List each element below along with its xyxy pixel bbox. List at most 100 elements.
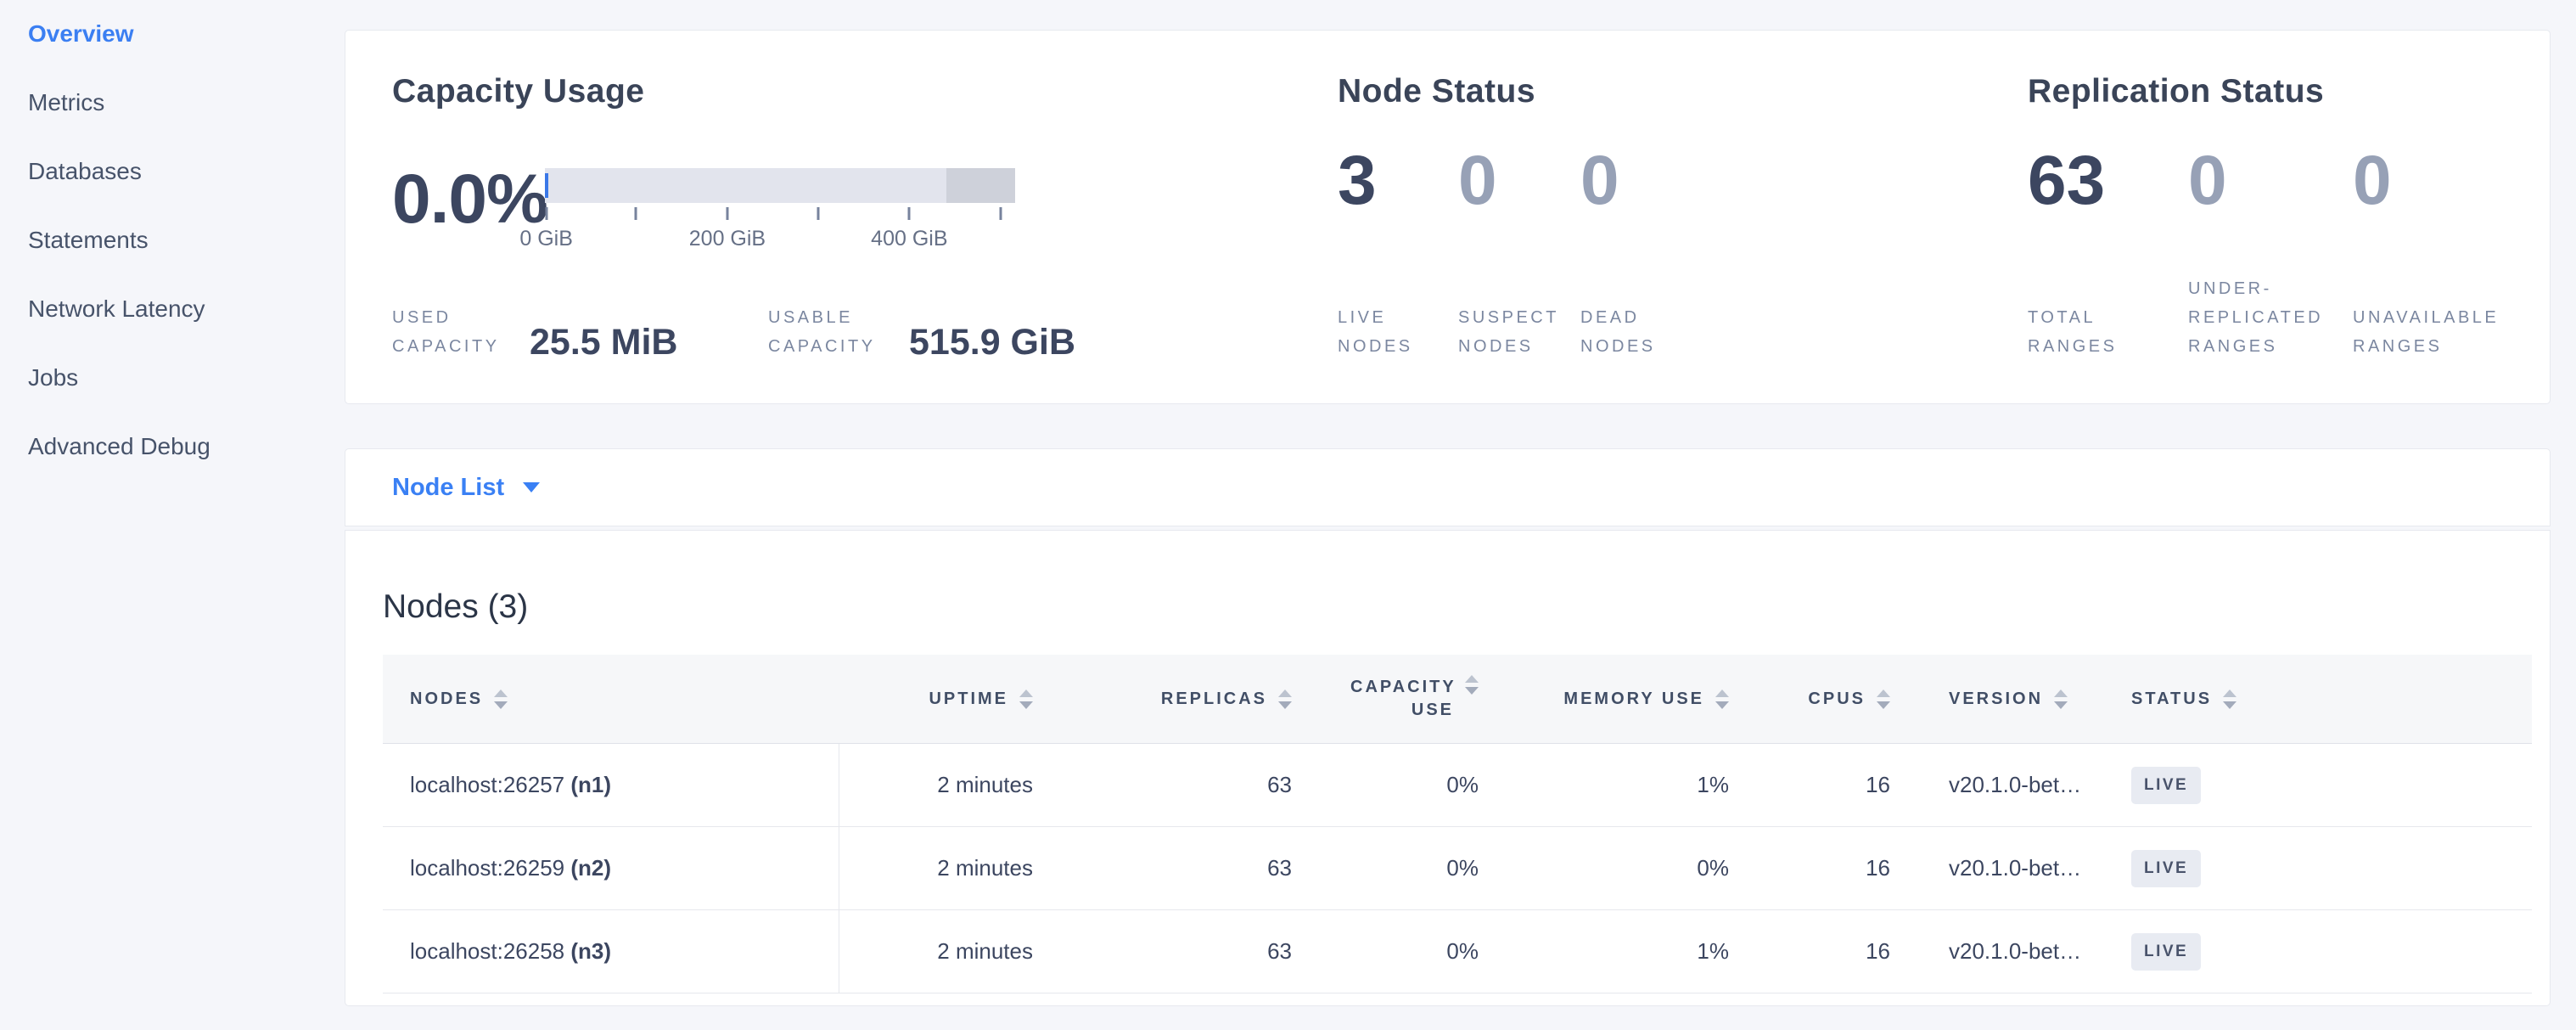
replicas-cell: 63 xyxy=(1036,910,1295,993)
sidebar-item-metrics[interactable]: Metrics xyxy=(28,91,334,115)
axis-tick-label: 400 GiB xyxy=(871,227,947,251)
table-row: localhost:26259 (n2) 2 minutes 63 0% 0% … xyxy=(383,827,2532,910)
replication-status-title: Replication Status xyxy=(2028,73,2503,110)
status-cell: Live xyxy=(2131,827,2532,909)
replication-status-section: Replication Status 63 0 0 Total Ranges U… xyxy=(2028,31,2503,403)
nodes-table-header: Nodes Uptime Replicas Capacity Use Memor… xyxy=(383,655,2532,744)
axis-tick xyxy=(726,207,728,220)
live-nodes-label: Live Nodes xyxy=(1338,303,1444,361)
chevron-down-icon xyxy=(523,482,540,492)
sort-icon xyxy=(1877,689,1890,709)
sort-icon xyxy=(1715,689,1729,709)
column-header-version[interactable]: Version xyxy=(1894,655,2131,743)
sort-icon xyxy=(2054,689,2068,709)
live-nodes-value: 3 xyxy=(1338,144,1458,217)
sidebar-item-advanced-debug[interactable]: Advanced Debug xyxy=(28,435,334,459)
node-status-labels: Live Nodes Suspect Nodes Dead Nodes xyxy=(1338,303,2028,403)
node-address-cell[interactable]: localhost:26258 (n3) xyxy=(383,910,839,993)
memory-use-cell: 1% xyxy=(1482,910,1732,993)
status-cell: Live xyxy=(2131,910,2532,993)
version-cell: v20.1.0-bet… xyxy=(1894,910,2131,993)
sidebar-item-databases[interactable]: Databases xyxy=(28,160,334,183)
usable-capacity-label: Usable Capacity xyxy=(768,303,895,361)
node-id xyxy=(564,772,570,798)
capacity-gauge-row: 0.0% 0 GiB 200 GiB 400 GiB xyxy=(392,149,1338,250)
memory-use-cell: 0% xyxy=(1482,827,1732,909)
axis-tick-label: 200 GiB xyxy=(689,227,766,251)
column-header-capacity-use[interactable]: Capacity Use xyxy=(1295,655,1482,743)
node-address-cell[interactable]: localhost:26257 (n1) xyxy=(383,744,839,826)
axis-tick xyxy=(908,207,911,220)
sidebar-item-network-latency[interactable]: Network Latency xyxy=(28,297,334,321)
capacity-gauge-axis xyxy=(545,207,1015,220)
axis-tick xyxy=(817,207,820,220)
nodes-heading: Nodes (3) xyxy=(383,588,2512,626)
node-list-dropdown[interactable]: Node List xyxy=(392,474,540,502)
nodes-table-card: Nodes (3) Nodes Uptime Replicas Capacity… xyxy=(345,530,2551,1006)
capacity-usage-section: Capacity Usage 0.0% 0 GiB 200 xyxy=(392,31,1338,403)
sidebar-item-jobs[interactable]: Jobs xyxy=(28,366,334,390)
axis-tick xyxy=(999,207,1002,220)
uptime-cell: 2 minutes xyxy=(839,910,1036,993)
cluster-summary-card: Capacity Usage 0.0% 0 GiB 200 xyxy=(345,30,2551,404)
table-row: localhost:26258 (n3) 2 minutes 63 0% 1% … xyxy=(383,910,2532,993)
node-id xyxy=(564,938,570,965)
unavailable-ranges-value: 0 xyxy=(2353,144,2392,217)
node-list-dropdown-label: Node List xyxy=(392,474,504,502)
dead-nodes-value: 0 xyxy=(1580,144,1619,217)
version-cell: v20.1.0-bet… xyxy=(1894,827,2131,909)
uptime-cell: 2 minutes xyxy=(839,827,1036,909)
view-selector-card: Node List xyxy=(345,448,2551,526)
column-header-status[interactable]: Status xyxy=(2131,655,2532,743)
column-header-memory-use[interactable]: Memory Use xyxy=(1482,655,1732,743)
used-capacity-label: Used Capacity xyxy=(392,303,516,361)
sidebar-item-statements[interactable]: Statements xyxy=(28,228,334,252)
capacity-gauge-used-marker xyxy=(545,173,548,198)
capacity-gauge-tick-labels: 0 GiB 200 GiB 400 GiB xyxy=(545,227,1015,250)
version-cell: v20.1.0-bet… xyxy=(1894,744,2131,826)
cpus-cell: 16 xyxy=(1732,910,1894,993)
status-cell: Live xyxy=(2131,744,2532,826)
capacity-use-cell: 0% xyxy=(1295,910,1482,993)
axis-tick-label: 0 GiB xyxy=(519,227,573,251)
nodes-table: Nodes Uptime Replicas Capacity Use Memor… xyxy=(383,655,2532,993)
suspect-nodes-label: Suspect Nodes xyxy=(1458,303,1564,361)
status-badge: Live xyxy=(2131,933,2201,971)
dead-nodes-label: Dead Nodes xyxy=(1580,303,1686,361)
cpus-cell: 16 xyxy=(1732,744,1894,826)
used-capacity-value: 25.5 MiB xyxy=(530,322,712,363)
sidebar: Overview Metrics Databases Statements Ne… xyxy=(28,22,334,504)
capacity-gauge-bar xyxy=(545,168,1015,203)
node-status-values: 3 0 0 xyxy=(1338,144,2028,217)
cpus-cell: 16 xyxy=(1732,827,1894,909)
node-address-cell[interactable]: localhost:26259 (n2) xyxy=(383,827,839,909)
node-status-title: Node Status xyxy=(1338,73,2028,110)
sort-icon xyxy=(1278,689,1292,709)
replicas-cell: 63 xyxy=(1036,827,1295,909)
sort-icon xyxy=(2223,689,2236,709)
under-replicated-ranges-label: Under-Replicated Ranges xyxy=(2188,274,2334,361)
table-row: localhost:26257 (n1) 2 minutes 63 0% 1% … xyxy=(383,744,2532,827)
sort-icon xyxy=(1465,675,1479,695)
capacity-use-cell: 0% xyxy=(1295,827,1482,909)
capacity-gauge-reserved-segment xyxy=(946,168,1015,203)
column-header-replicas[interactable]: Replicas xyxy=(1036,655,1295,743)
node-id xyxy=(564,855,570,881)
sidebar-item-overview[interactable]: Overview xyxy=(28,22,334,46)
replication-labels: Total Ranges Under-Replicated Ranges Una… xyxy=(2028,274,2503,403)
sort-icon xyxy=(494,689,508,709)
column-header-nodes[interactable]: Nodes xyxy=(383,655,839,743)
capacity-use-cell: 0% xyxy=(1295,744,1482,826)
node-status-section: Node Status 3 0 0 Live Nodes Suspect Nod… xyxy=(1338,31,2028,403)
under-replicated-ranges-value: 0 xyxy=(2188,144,2353,217)
column-header-cpus[interactable]: CPUs xyxy=(1732,655,1894,743)
nodes-table-body: localhost:26257 (n1) 2 minutes 63 0% 1% … xyxy=(383,744,2532,993)
axis-tick xyxy=(545,207,547,220)
capacity-usage-title: Capacity Usage xyxy=(392,73,1338,110)
status-badge: Live xyxy=(2131,767,2201,804)
suspect-nodes-value: 0 xyxy=(1458,144,1580,217)
replication-values: 63 0 0 xyxy=(2028,144,2503,217)
replicas-cell: 63 xyxy=(1036,744,1295,826)
usable-capacity-value: 515.9 GiB xyxy=(909,322,1075,363)
column-header-uptime[interactable]: Uptime xyxy=(839,655,1036,743)
